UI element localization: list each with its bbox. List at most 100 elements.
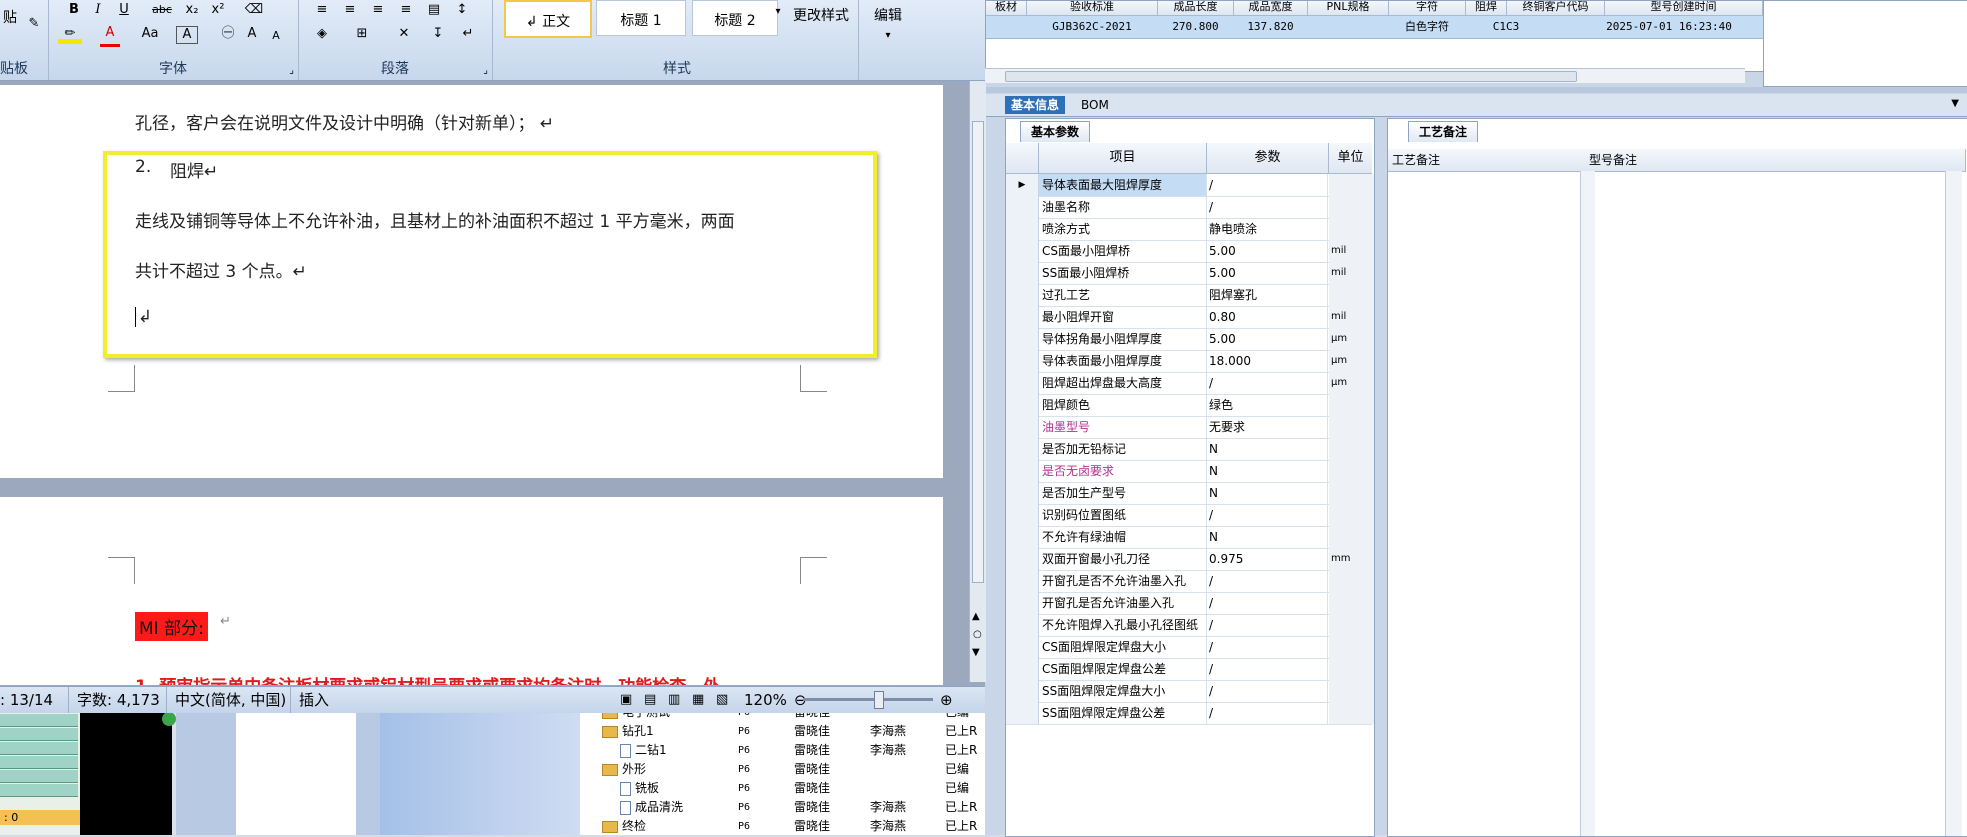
param-value[interactable]: 静电喷涂	[1207, 218, 1328, 240]
param-value[interactable]: 18.000	[1207, 350, 1328, 372]
layer-row[interactable]	[0, 742, 78, 755]
param-row[interactable]: 导体拐角最小阻焊厚度 5.00 μm	[1006, 328, 1374, 351]
param-row[interactable]: 喷涂方式 静电喷涂	[1006, 218, 1374, 241]
splitter[interactable]	[985, 87, 1967, 93]
chevron-down-icon[interactable]: ▾	[878, 26, 898, 46]
row-indicator[interactable]	[1006, 328, 1039, 350]
row-indicator[interactable]	[1006, 284, 1039, 306]
col-header-unit[interactable]: 单位	[1329, 143, 1372, 174]
line-spacing-icon[interactable]: ↕	[452, 0, 472, 20]
layer-row[interactable]	[0, 784, 78, 797]
col-header-silk[interactable]: 字符	[1389, 1, 1466, 15]
param-value[interactable]: /	[1207, 658, 1328, 680]
format-painter-icon[interactable]: ✎	[24, 14, 44, 34]
dialog-launcher-icon[interactable]: ⌟	[483, 65, 488, 76]
param-value[interactable]: 5.00	[1207, 328, 1328, 350]
param-value[interactable]: /	[1207, 592, 1328, 614]
scroll-thumb[interactable]	[972, 121, 984, 583]
param-row[interactable]: CS面阻焊限定焊盘公差 /	[1006, 658, 1374, 681]
param-row[interactable]: 阻焊颜色 绿色	[1006, 394, 1374, 417]
row-indicator[interactable]	[1006, 548, 1039, 570]
param-value[interactable]: /	[1207, 702, 1328, 724]
row-indicator[interactable]	[1006, 504, 1039, 526]
row-indicator[interactable]	[1006, 614, 1039, 636]
browse-object-icon[interactable]: ○	[973, 629, 982, 640]
next-page-icon[interactable]: ▼	[972, 647, 980, 658]
change-styles-button[interactable]: 更改样式	[786, 6, 856, 26]
underline-button[interactable]: U	[114, 0, 134, 20]
param-row[interactable]: 开窗孔是否允许油墨入孔 /	[1006, 592, 1374, 615]
row-indicator[interactable]	[1006, 592, 1039, 614]
param-value[interactable]: /	[1207, 680, 1328, 702]
row-indicator[interactable]	[1006, 702, 1039, 724]
process-note-scrollbar[interactable]	[1580, 171, 1595, 836]
param-row[interactable]: 双面开窗最小孔刀径 0.975 mm	[1006, 548, 1374, 571]
justify-icon[interactable]: ≡	[396, 0, 416, 20]
row-indicator[interactable]	[1006, 196, 1039, 218]
style-heading-2[interactable]: 标题 2	[692, 0, 778, 36]
param-row[interactable]: CS面阻焊限定焊盘大小 /	[1006, 636, 1374, 659]
highlight-icon[interactable]: ✏	[58, 24, 82, 44]
align-center-icon[interactable]: ≡	[340, 0, 360, 20]
asian-layout-icon[interactable]: ✕	[394, 24, 414, 44]
param-value[interactable]: /	[1207, 174, 1328, 196]
prev-page-icon[interactable]: ▲	[972, 611, 980, 622]
enclose-char-icon[interactable]: ㊀	[218, 24, 238, 44]
col-header-standard[interactable]: 验收标准	[1027, 1, 1158, 15]
param-row[interactable]: 是否加生产型号 N	[1006, 482, 1374, 505]
row-indicator[interactable]	[1006, 416, 1039, 438]
sort-icon[interactable]: ↧	[428, 24, 448, 44]
show-marks-icon[interactable]: ↵	[458, 24, 478, 44]
outline-icon[interactable]: ▦	[692, 687, 712, 713]
col-header-item[interactable]: 项目	[1039, 143, 1207, 174]
col-header-pnl[interactable]: PNL规格	[1308, 1, 1389, 15]
col-header-model-note[interactable]: 型号备注	[1585, 149, 1966, 172]
scroll-thumb[interactable]	[1005, 71, 1577, 82]
col-header-mask[interactable]: 阻焊	[1466, 1, 1507, 15]
page-counter[interactable]: : 13/14	[0, 687, 70, 713]
param-value[interactable]: /	[1207, 636, 1328, 658]
bold-button[interactable]: B	[64, 0, 84, 20]
param-row[interactable]: 开窗孔是否不允许油墨入孔 /	[1006, 570, 1374, 593]
param-row[interactable]: 导体表面最小阻焊厚度 18.000 μm	[1006, 350, 1374, 373]
web-layout-icon[interactable]: ▥	[668, 687, 688, 713]
tree-row[interactable]: 终检 P6 雷晓佳 李海燕 已上R	[580, 817, 985, 836]
current-row-arrow-icon[interactable]: ▶	[1006, 174, 1039, 196]
tree-row[interactable]: 铣板 P6 雷晓佳 已编	[580, 779, 985, 798]
print-layout-icon[interactable]: ▣	[620, 687, 640, 713]
row-indicator[interactable]	[1006, 438, 1039, 460]
zoom-in-icon[interactable]: ⊕	[940, 687, 953, 713]
draft-icon[interactable]: ▧	[716, 687, 736, 713]
tab-bom[interactable]: BOM	[1075, 96, 1115, 114]
param-value[interactable]: /	[1207, 196, 1328, 218]
row-indicator[interactable]	[1006, 240, 1039, 262]
paste-button[interactable]: 贴	[0, 8, 20, 28]
zoom-slider[interactable]	[803, 698, 933, 701]
param-value[interactable]: N	[1207, 438, 1328, 460]
tree-row[interactable]: 外形 P6 雷晓佳 已编	[580, 760, 985, 779]
borders-icon[interactable]: ⊞	[352, 24, 372, 44]
col-header-param[interactable]: 参数	[1207, 143, 1329, 174]
tree-row[interactable]: 二钻1 P6 雷晓佳 李海燕 已上R	[580, 741, 985, 760]
row-indicator[interactable]	[1006, 306, 1039, 328]
row-indicator[interactable]	[1006, 262, 1039, 284]
param-value[interactable]: 5.00	[1207, 262, 1328, 284]
tab-basic-params[interactable]: 基本参数	[1020, 121, 1091, 142]
row-indicator[interactable]	[1006, 680, 1039, 702]
row-indicator[interactable]	[1006, 570, 1039, 592]
param-value[interactable]: 5.00	[1207, 240, 1328, 262]
editing-button[interactable]: 编辑	[868, 6, 908, 26]
layer-row[interactable]	[0, 770, 78, 783]
param-row[interactable]: 不允许阻焊入孔最小孔径图纸 /	[1006, 614, 1374, 637]
layer-row[interactable]	[0, 756, 78, 769]
tab-process-notes[interactable]: 工艺备注	[1408, 121, 1479, 142]
param-row[interactable]: 油墨名称 /	[1006, 196, 1374, 219]
param-row[interactable]: 识别码位置图纸 /	[1006, 504, 1374, 527]
param-row[interactable]: 阻焊超出焊盘最大高度 / μm	[1006, 372, 1374, 395]
language-indicator[interactable]: 中文(简体, 中国)	[166, 687, 305, 713]
param-value[interactable]: /	[1207, 372, 1328, 394]
superscript-button[interactable]: x²	[208, 0, 228, 20]
param-value[interactable]: 无要求	[1207, 416, 1328, 438]
tree-row[interactable]: 成品清洗 P6 雷晓佳 李海燕 已上R	[580, 798, 985, 817]
process-note-textarea[interactable]	[1388, 171, 1585, 836]
